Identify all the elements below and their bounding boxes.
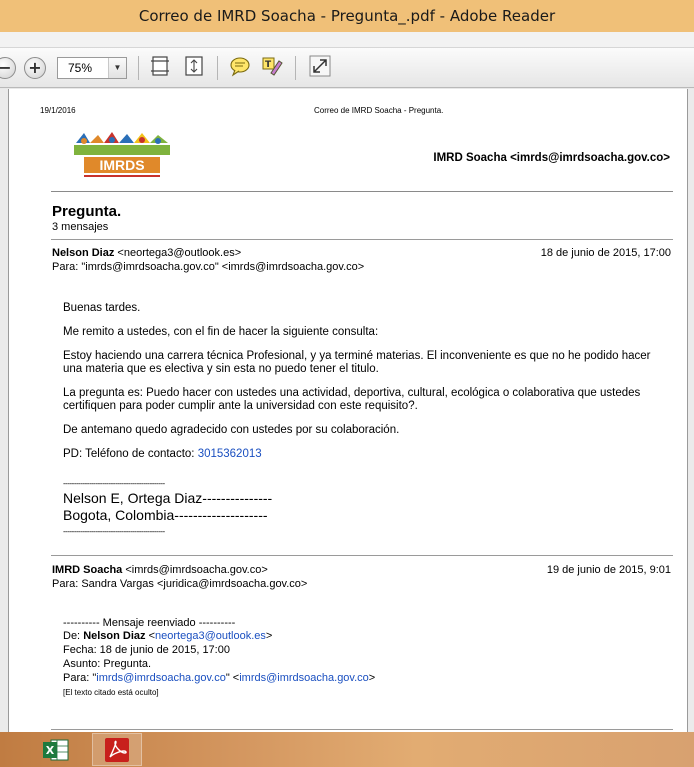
forward-to-link[interactable]: imrds@imrdsoacha.gov.co [96,672,226,684]
message2-sender: IMRD Soacha <imrds@imrdsoacha.gov.co> [52,564,268,576]
zoom-out-button[interactable]: − [0,57,16,79]
toolbar-separator [138,56,139,80]
phone-label: PD: Teléfono de contacto: [63,448,198,460]
body-paragraph: Me remito a ustedes, con el fin de hacer… [63,326,379,338]
forward-from-name: Nelson Diaz [83,630,146,642]
imrd-address: IMRD Soacha <imrds@imrdsoacha.gov.co> [433,152,670,164]
forward-header: ---------- Mensaje reenviado ---------- [63,617,236,629]
logo-figures [74,132,170,155]
phone-line: PD: Teléfono de contacto: 3015362013 [63,448,663,461]
forward-from: De: Nelson Diaz <neortega3@outlook.es> [63,630,272,642]
forward-subject: Asunto: Pregunta. [63,658,152,670]
expand-icon [309,55,331,77]
forward-from-post: > [265,630,273,642]
phone-link[interactable]: 3015362013 [198,448,262,460]
forward-to: Para: "imrds@imrdsoacha.gov.co" <imrds@i… [63,672,375,684]
forward-to-end: > [368,672,376,684]
sender-name: Nelson Diaz [52,247,115,259]
highlight-text-button[interactable]: T [261,55,283,77]
document-area[interactable]: 19/1/2016 Correo de IMRD Soacha - Pregun… [0,89,694,732]
expand-button[interactable] [309,55,331,77]
greeting: Buenas tardes. [63,302,141,314]
imrd-logo: IMRDS [72,131,172,181]
sender-email: <imrds@imrdsoacha.gov.co> [125,564,268,576]
message1-body: Buenas tardes. Me remito a ustedes, con … [63,302,663,461]
taskbar-excel[interactable]: X [31,733,81,766]
forward-to-label: Para: " [63,672,97,684]
forward-to-mid: " < [225,672,240,684]
divider [51,239,673,240]
divider [51,729,673,730]
body-paragraph: Estoy haciendo una carrera técnica Profe… [63,350,651,375]
forward-to-link[interactable]: imrds@imrdsoacha.gov.co [239,672,369,684]
zoom-value: 75% [68,61,93,75]
highlight-pen-icon: T [262,57,283,76]
signature-divider: ----------------------------------------… [63,527,165,536]
message2-date: 19 de junio de 2015, 9:01 [546,564,671,576]
divider [51,191,673,192]
pdf-page: 19/1/2016 Correo de IMRD Soacha - Pregun… [8,89,688,732]
signature-city: Bogota, Colombia-------------------- [63,507,268,523]
header-date: 19/1/2016 [40,106,76,115]
signature-name: Nelson E, Ortega Diaz--------------- [63,490,273,506]
message-count: 3 mensajes [52,221,109,233]
svg-text:T: T [265,60,272,70]
forward-from-label: De: [63,630,84,642]
logo-text: IMRDS [99,157,144,173]
taskbar-adobe-reader[interactable] [92,733,142,766]
taskbar: X [0,732,694,767]
message1-date: 18 de junio de 2015, 17:00 [540,247,671,259]
forward-from-email-link[interactable]: neortega3@outlook.es [155,630,266,642]
chevron-down-icon[interactable]: ▼ [108,58,126,78]
comment-icon [230,57,250,77]
comment-button[interactable] [229,55,251,77]
sender-email: <neortega3@outlook.es> [117,247,242,259]
window-title-bar: Correo de IMRD Soacha - Pregunta_.pdf - … [0,0,694,32]
message1-recipient: Para: "imrds@imrdsoacha.gov.co" <imrds@i… [52,261,365,273]
svg-text:X: X [46,744,55,757]
toolbar-separator [217,56,218,80]
fit-page-button[interactable] [183,55,205,77]
adobe-reader-icon [105,737,129,762]
forward-from-pre: < [145,630,156,642]
signature-divider: ----------------------------------------… [63,479,165,488]
zoom-select[interactable]: 75% ▼ [57,57,127,79]
body-paragraph: La pregunta es: Puedo hacer con ustedes … [63,387,641,412]
hidden-quote-notice[interactable]: [El texto citado está oculto] [63,688,159,697]
fit-page-icon [185,56,203,76]
body-paragraph: De antemano quedo agradecido con ustedes… [63,424,400,436]
message1-sender: Nelson Diaz <neortega3@outlook.es> [52,247,241,259]
header-title: Correo de IMRD Soacha - Pregunta. [314,106,444,115]
window-title: Correo de IMRD Soacha - Pregunta_.pdf - … [138,7,556,25]
menu-strip [0,32,694,48]
forward-date: Fecha: 18 de junio de 2015, 17:00 [63,644,230,656]
sender-name: IMRD Soacha [52,564,123,576]
divider [51,555,673,556]
excel-icon: X [43,739,69,760]
fit-width-icon [151,56,169,76]
thread-subject: Pregunta. [52,203,122,220]
message2-recipient: Para: Sandra Vargas <juridica@imrdsoacha… [52,578,308,590]
toolbar-separator [295,56,296,80]
fit-width-button[interactable] [149,55,171,77]
toolbar: − + 75% ▼ T [0,48,694,88]
zoom-in-button[interactable]: + [24,57,46,79]
